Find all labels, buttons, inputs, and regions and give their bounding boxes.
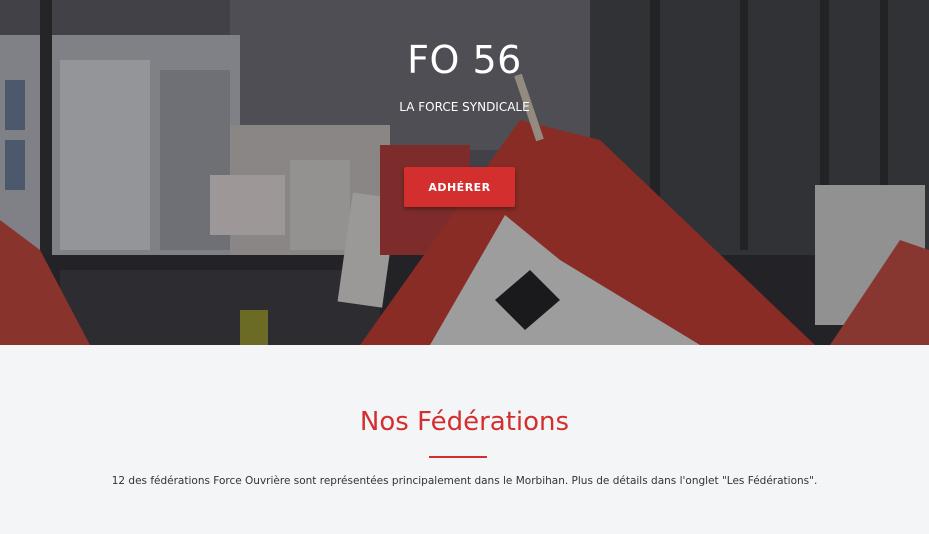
federations-section: Nos Fédérations 12 des fédérations Force… [0,345,929,534]
hero-title: FO 56 [407,38,522,82]
federations-title: Nos Fédérations [359,407,570,437]
hero-banner: FO 56 LA FORCE SYNDICALE ADHÉRER [0,0,929,345]
title-divider [429,456,487,458]
federations-description: 12 des fédérations Force Ouvrière sont r… [111,475,818,487]
hero-subtitle: LA FORCE SYNDICALE [399,100,530,114]
join-button[interactable]: ADHÉRER [404,167,515,207]
hero-content: FO 56 LA FORCE SYNDICALE ADHÉRER [0,0,929,345]
